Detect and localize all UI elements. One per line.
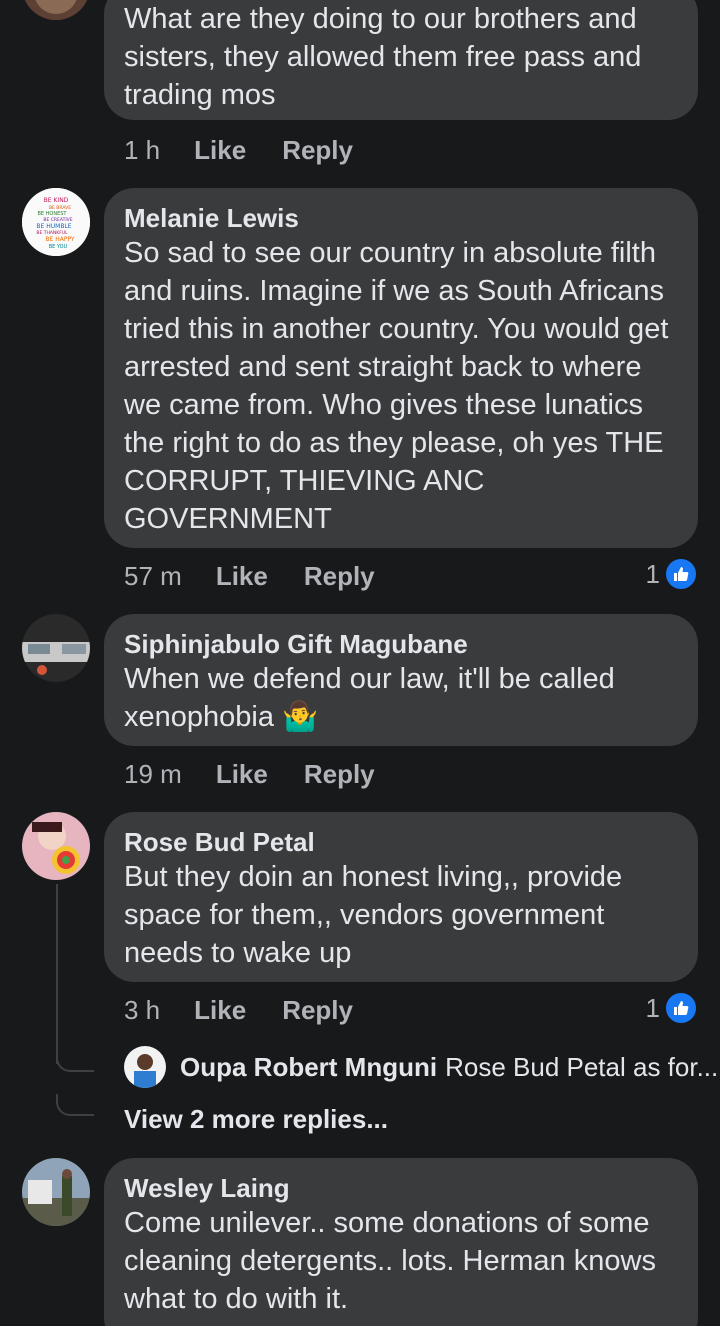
comment-actions: 57 m Like Reply	[124, 558, 375, 594]
reaction-summary[interactable]: 1	[646, 556, 698, 592]
like-button[interactable]: Like	[216, 759, 268, 790]
reply-avatar[interactable]	[124, 1046, 166, 1088]
avatar-badge-line: BE KIND	[44, 197, 69, 204]
comment-time[interactable]: 19 m	[124, 759, 182, 790]
like-thumb-icon	[664, 557, 698, 591]
avatar[interactable]	[22, 0, 90, 20]
avatar[interactable]	[22, 1158, 90, 1226]
reply-button[interactable]: Reply	[282, 995, 353, 1026]
reaction-count: 1	[645, 558, 660, 589]
comment-text: When we defend our law, it'll be called …	[124, 663, 615, 733]
reply-button[interactable]: Reply	[304, 561, 375, 592]
avatar-image	[22, 1158, 90, 1226]
avatar-image	[22, 0, 90, 20]
like-thumb-icon	[664, 991, 698, 1025]
avatar[interactable]: BE KIND BE BRAVE BE HONEST BE CREATIVE B…	[22, 188, 90, 256]
thread-connector	[56, 1094, 94, 1116]
comment-author[interactable]: Melanie Lewis	[124, 202, 678, 234]
avatar-badge-line: BE HUMBLE	[36, 223, 71, 230]
comment-bubble[interactable]: Wesley Laing Come unilever.. some donati…	[104, 1158, 698, 1326]
comment-author[interactable]: Rose Bud Petal	[124, 826, 678, 858]
like-button[interactable]: Like	[216, 561, 268, 592]
comment-bubble[interactable]: What are they doing to our brothers and …	[104, 0, 698, 120]
avatar[interactable]	[22, 614, 90, 682]
comment-text: But they doin an honest living,, provide…	[124, 861, 623, 969]
reaction-summary[interactable]: 1	[646, 990, 698, 1026]
reply-button[interactable]: Reply	[282, 135, 353, 166]
avatar-badge-line: BE HAPPY	[45, 236, 75, 243]
comment-time[interactable]: 57 m	[124, 561, 182, 592]
reply-author[interactable]: Oupa Robert Mnguni	[180, 1052, 437, 1083]
comment-author[interactable]: Siphinjabulo Gift Magubane	[124, 628, 678, 660]
reply-text: Rose Bud Petal as for...	[445, 1051, 719, 1082]
avatar[interactable]	[22, 812, 90, 880]
avatar-badge-line: BE HONEST	[37, 211, 67, 217]
view-more-replies-link[interactable]: View 2 more replies...	[124, 1104, 388, 1135]
comment-bubble[interactable]: Melanie Lewis So sad to see our country …	[104, 188, 698, 548]
comment-actions: 1 h Like Reply	[124, 132, 353, 168]
reply-button[interactable]: Reply	[304, 759, 375, 790]
comment-time[interactable]: 3 h	[124, 995, 160, 1026]
comment-bubble[interactable]: Rose Bud Petal But they doin an honest l…	[104, 812, 698, 982]
comments-feed: What are they doing to our brothers and …	[0, 0, 720, 1326]
comment-time[interactable]: 1 h	[124, 135, 160, 166]
avatar-image	[22, 812, 90, 880]
like-button[interactable]: Like	[194, 995, 246, 1026]
comment-author[interactable]: Wesley Laing	[124, 1172, 678, 1204]
avatar-image: BE KIND BE BRAVE BE HONEST BE CREATIVE B…	[22, 188, 90, 256]
comment-text: What are they doing to our brothers and …	[124, 3, 642, 111]
thread-connector	[56, 1050, 94, 1072]
thread-line	[56, 884, 58, 1064]
avatar-image	[124, 1046, 166, 1088]
reaction-count: 1	[645, 992, 660, 1023]
avatar-image	[22, 614, 90, 682]
reply-preview[interactable]: Oupa Robert Mnguni Rose Bud Petal as for…	[124, 1046, 718, 1088]
comment-bubble[interactable]: Siphinjabulo Gift Magubane When we defen…	[104, 614, 698, 746]
comment-actions: 19 m Like Reply	[124, 756, 375, 792]
comment-text: Come unilever.. some donations of some c…	[124, 1207, 656, 1315]
comment-actions: 3 h Like Reply	[124, 992, 353, 1028]
like-button[interactable]: Like	[194, 135, 246, 166]
avatar-badge-line: BE YOU	[49, 244, 68, 250]
comment-text: So sad to see our country in absolute fi…	[124, 237, 669, 535]
